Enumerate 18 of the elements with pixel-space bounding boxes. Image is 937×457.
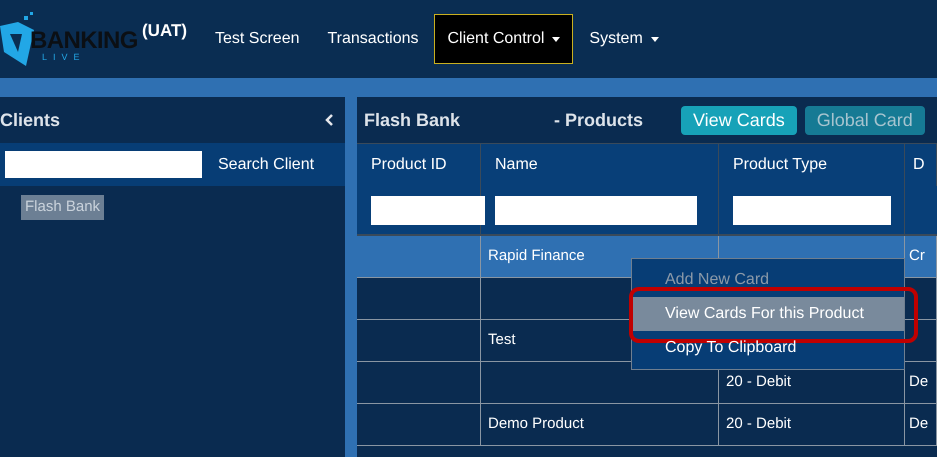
panel-title: - Products (554, 108, 644, 132)
table-cell-text: 20 - Debit (726, 372, 792, 392)
environment-label: (UAT) (142, 20, 187, 42)
table-cell-text: 20 - Debit (726, 414, 792, 434)
column-header: D (913, 155, 925, 175)
table-cell-text: De (909, 372, 928, 392)
table-cell-text: De (909, 414, 928, 434)
table-cell-text: Test (488, 330, 516, 350)
table-cell-text: Demo Product (488, 414, 584, 434)
table-cell-text: Rapid Finance (488, 246, 585, 266)
logo-wordmark: BANKING (30, 28, 138, 52)
panel-title: Clients (0, 108, 60, 132)
column-header: Name (495, 155, 538, 175)
table-cell-text: Cr (909, 246, 925, 266)
column-header: Product Type (733, 155, 827, 175)
logo-subtitle: LIVE (42, 52, 87, 62)
column-header: Product ID (371, 155, 447, 175)
client-name: Flash Bank (364, 108, 462, 132)
